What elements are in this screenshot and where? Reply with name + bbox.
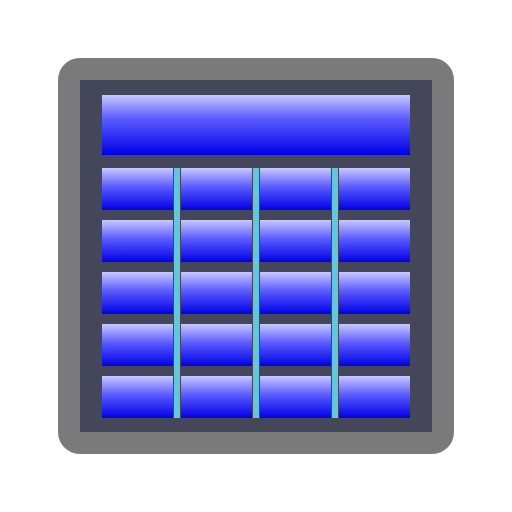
table-cell [102,272,173,314]
table-cell [181,376,252,418]
table-grid-icon [58,58,454,454]
table-cell [339,220,410,262]
table-cell [102,220,173,262]
table-cell [102,168,173,210]
table-cell [181,272,252,314]
table-cell [181,220,252,262]
column-divider [253,168,259,418]
table-cell [102,324,173,366]
icon-canvas [0,0,512,512]
table-cell [339,272,410,314]
column-divider [174,168,180,418]
table-cell [260,324,331,366]
table-cell [102,376,173,418]
table-cell [339,324,410,366]
table-cell [181,168,252,210]
table-cell [339,376,410,418]
column-divider [332,168,338,418]
table-cell [339,168,410,210]
table-header-row [102,95,410,155]
table-cell [260,272,331,314]
table-cell [260,168,331,210]
table-cell [260,220,331,262]
table-cell [181,324,252,366]
table-cell [260,376,331,418]
